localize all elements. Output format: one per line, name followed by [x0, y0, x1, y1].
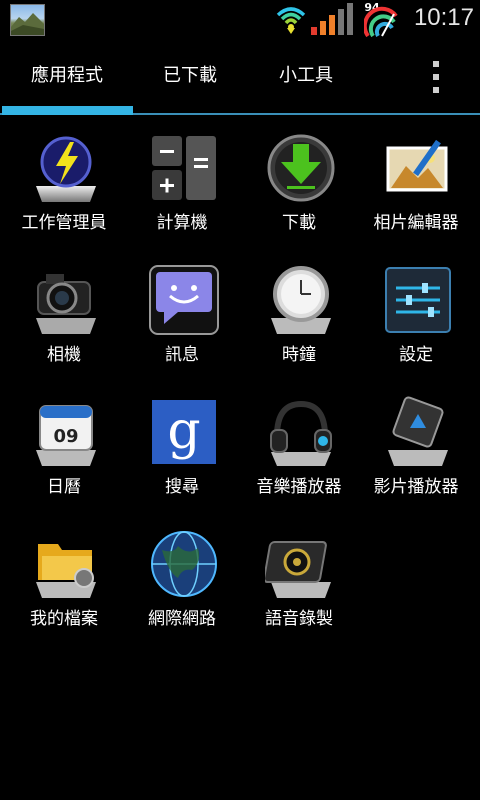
- calculator-icon: [152, 136, 216, 200]
- notification-photo-icon[interactable]: [10, 4, 45, 36]
- battery-icon: [364, 6, 398, 38]
- download-icon: [267, 134, 335, 202]
- app-label: 計算機: [156, 213, 208, 233]
- app-camera[interactable]: 相機: [5, 252, 125, 382]
- app-label: 相機: [47, 345, 81, 365]
- app-label: 日曆: [47, 477, 81, 497]
- app-label: 工作管理員: [21, 213, 107, 233]
- app-music-player[interactable]: 音樂播放器: [240, 384, 360, 514]
- messaging-icon: [149, 265, 219, 335]
- status-bar: 94 10:17: [0, 0, 480, 38]
- tab-widgets[interactable]: 小工具: [246, 38, 366, 114]
- tab-downloaded[interactable]: 已下載: [130, 38, 250, 114]
- signal-icon: [311, 3, 353, 35]
- status-clock: 10:17: [413, 4, 474, 31]
- settings-icon: [385, 267, 451, 333]
- photo-editor-icon: [386, 139, 448, 192]
- app-browser[interactable]: 網際網路: [123, 516, 243, 646]
- app-label: 搜尋: [165, 477, 199, 497]
- search-glyph: g: [167, 401, 200, 461]
- app-clock[interactable]: 時鐘: [240, 252, 360, 382]
- music-player-icon: [270, 400, 332, 466]
- overflow-menu-icon[interactable]: [424, 60, 448, 94]
- app-label: 語音錄製: [265, 609, 333, 629]
- tab-selected-indicator: [2, 106, 133, 115]
- google-search-icon: g: [152, 400, 216, 464]
- app-voice-recorder[interactable]: 語音錄製: [240, 516, 360, 646]
- calendar-icon: 09: [36, 405, 96, 466]
- camera-icon: [36, 274, 96, 334]
- app-label: 下載: [282, 213, 316, 233]
- voice-recorder-icon: [265, 541, 331, 598]
- video-player-icon: [388, 396, 448, 466]
- app-label: 網際網路: [148, 609, 216, 629]
- app-search[interactable]: g 搜尋: [123, 384, 243, 514]
- app-label: 影片播放器: [373, 477, 459, 497]
- app-label: 相片編輯器: [373, 213, 459, 233]
- my-files-icon: [36, 544, 96, 598]
- app-calendar[interactable]: 09 日曆: [5, 384, 125, 514]
- app-label: 音樂播放器: [256, 477, 342, 497]
- tab-bar: 應用程式 已下載 小工具: [0, 38, 480, 116]
- app-label: 訊息: [165, 345, 199, 365]
- app-task-manager[interactable]: 工作管理員: [5, 120, 125, 250]
- wifi-icon: [276, 7, 306, 34]
- app-settings[interactable]: 設定: [357, 252, 477, 382]
- clock-icon: [271, 266, 331, 334]
- tab-apps[interactable]: 應用程式: [0, 38, 134, 114]
- app-label: 我的檔案: [30, 609, 98, 629]
- app-my-files[interactable]: 我的檔案: [5, 516, 125, 646]
- app-calculator[interactable]: 計算機: [123, 120, 243, 250]
- app-video-player[interactable]: 影片播放器: [357, 384, 477, 514]
- app-download[interactable]: 下載: [240, 120, 360, 250]
- app-photo-editor[interactable]: 相片編輯器: [357, 120, 477, 250]
- app-label: 設定: [399, 345, 433, 365]
- calendar-day: 09: [53, 426, 78, 447]
- app-label: 時鐘: [282, 345, 316, 365]
- task-manager-icon: [36, 136, 96, 202]
- browser-globe-icon: [151, 531, 217, 597]
- app-messaging[interactable]: 訊息: [123, 252, 243, 382]
